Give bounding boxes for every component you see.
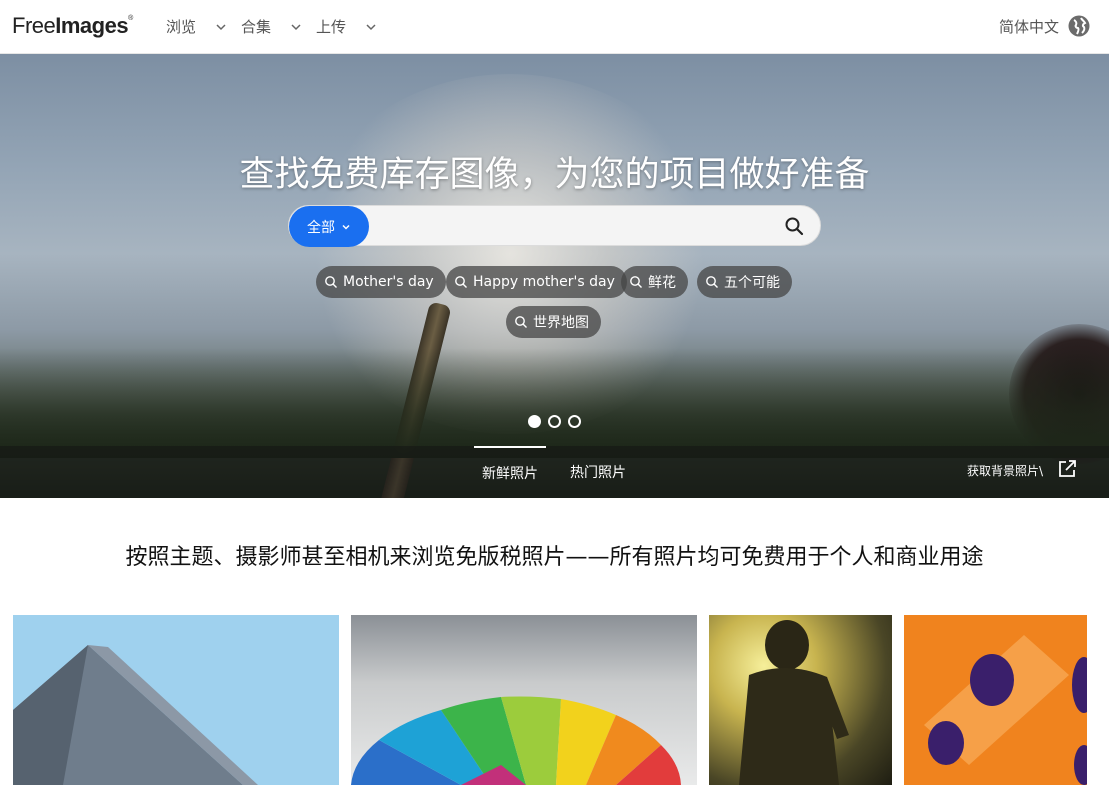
search-category-label: 全部 <box>307 219 335 236</box>
page-tagline: 按照主题、摄影师甚至相机来浏览免版税照片——所有照片均可免费用于个人和商业用途 <box>125 545 984 570</box>
photo-thumbnail-building[interactable] <box>13 615 339 785</box>
top-header: FreeImages® 浏览 合集 上传 简体中文 <box>0 0 1109 54</box>
search-chip-label: Happy mother's day <box>473 274 615 290</box>
tab-label: 新鲜照片 <box>482 466 538 482</box>
background-photo-link[interactable]: 获取背景照片\ <box>967 462 1043 479</box>
search-icon <box>630 276 642 288</box>
search-chip-label: 鲜花 <box>648 275 676 291</box>
nav-browse[interactable]: 浏览 <box>166 16 228 37</box>
chevron-down-icon <box>366 23 376 30</box>
freeimages-logo[interactable]: FreeImages® <box>12 13 133 39</box>
search-icon <box>706 276 718 288</box>
search-icon[interactable] <box>784 216 804 236</box>
search-icon <box>515 316 527 328</box>
tab-label: 热门照片 <box>570 465 626 481</box>
nav-collections[interactable]: 合集 <box>241 16 303 37</box>
search-chip[interactable]: 五个可能 <box>697 266 792 298</box>
tab-fresh-photos[interactable]: 新鲜照片 <box>474 446 546 498</box>
globe-icon[interactable] <box>1067 14 1091 38</box>
search-category-dropdown[interactable]: 全部 <box>289 206 369 247</box>
search-chip[interactable]: Mother's day <box>316 266 446 298</box>
nav-upload-label: 上传 <box>316 18 347 36</box>
building-image <box>13 645 258 785</box>
photo-thumbnail-umbrella[interactable] <box>351 615 697 785</box>
carousel-dot-3[interactable] <box>568 415 581 428</box>
search-chip[interactable]: 鲜花 <box>621 266 688 298</box>
search-chip[interactable]: 世界地图 <box>506 306 601 338</box>
nav-browse-label: 浏览 <box>166 18 197 36</box>
search-chip[interactable]: Happy mother's day <box>446 266 627 298</box>
umbrella-image <box>351 696 681 785</box>
search-icon <box>455 276 467 288</box>
search-input[interactable] <box>377 206 757 245</box>
nav-upload[interactable]: 上传 <box>316 16 378 37</box>
search-chip-label: Mother's day <box>343 274 434 290</box>
person-silhouette-image <box>739 620 849 785</box>
search-chip-label: 世界地图 <box>533 315 589 331</box>
carousel-dot-2[interactable] <box>548 415 561 428</box>
hero-title: 查找免费库存图像，为您的项目做好准备 <box>239 155 870 195</box>
photo-tabs-bar: 新鲜照片 热门照片 获取背景照片\ <box>0 446 1109 498</box>
hero-banner: 查找免费库存图像，为您的项目做好准备 全部 Mother's day Happy… <box>0 54 1109 498</box>
chevron-down-icon <box>216 23 226 30</box>
language-selector[interactable]: 简体中文 <box>999 16 1059 37</box>
carousel-dot-1[interactable] <box>528 415 541 428</box>
search-chip-label: 五个可能 <box>724 275 780 291</box>
carousel-dots <box>528 415 581 428</box>
nav-collections-label: 合集 <box>241 18 272 36</box>
chevron-down-icon <box>342 224 350 230</box>
search-bar: 全部 <box>288 205 821 247</box>
grass-foreground <box>0 348 1109 458</box>
search-icon <box>325 276 337 288</box>
orange-tubes-image <box>924 635 1087 785</box>
external-link-icon[interactable] <box>1057 459 1077 479</box>
photo-thumbnail-person[interactable] <box>709 615 892 785</box>
tab-popular-photos[interactable]: 热门照片 <box>562 446 634 498</box>
chevron-down-icon <box>291 23 301 30</box>
photo-thumbnail-orange-tubes[interactable] <box>904 615 1087 785</box>
